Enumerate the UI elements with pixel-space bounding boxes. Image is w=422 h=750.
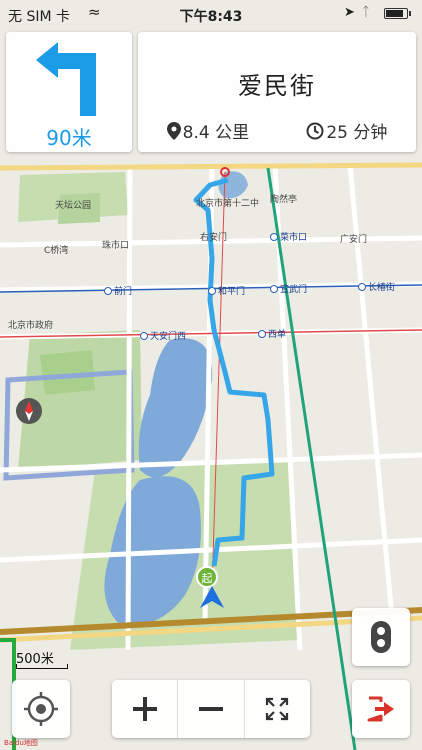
remaining-distance: 8.4 公里	[182, 123, 250, 143]
station-label: 前门	[104, 284, 132, 297]
map-label: 北京市第十二中	[196, 199, 260, 209]
map-label: 陶然亭	[270, 195, 298, 205]
map-label: 珠市口	[102, 241, 130, 251]
station-label: 西单	[258, 327, 286, 340]
map-scale: 500米	[16, 648, 68, 669]
locate-button[interactable]	[12, 680, 70, 738]
locate-icon	[24, 692, 58, 726]
minus-icon	[198, 707, 223, 711]
station-label: 长椿街	[358, 280, 395, 293]
map-label: 右安门	[200, 233, 228, 243]
bluetooth-icon: ᛏ	[362, 5, 370, 20]
station-label: 天安门西	[140, 329, 186, 342]
station-label: 和平门	[208, 284, 245, 297]
exit-icon	[367, 696, 394, 722]
svg-text:起: 起	[202, 572, 213, 585]
turn-instruction-card[interactable]: 90米	[6, 32, 132, 152]
traffic-button[interactable]	[352, 608, 410, 666]
park-area	[18, 330, 142, 470]
clock: 下午8:43	[179, 9, 243, 25]
map-label: 广安门	[340, 235, 368, 245]
map-label: 天坛公园	[55, 201, 92, 211]
status-bar: 无 SIM 卡 ≈ 下午8:43 ➤ ᛏ	[0, 0, 422, 30]
station-label: 宣武门	[270, 282, 307, 295]
plus-icon	[132, 697, 157, 721]
road-name: 爱民街	[238, 72, 316, 100]
station-label: 菜市口	[270, 230, 307, 243]
distance-to-turn: 90米	[46, 126, 92, 150]
map-provider-logo: Baidu地图	[4, 739, 38, 747]
traffic-light-icon	[371, 621, 391, 653]
location-services-icon: ➤	[344, 5, 355, 20]
map-label: C桥湾	[44, 246, 69, 256]
zoom-out-button[interactable]	[178, 680, 245, 738]
clock-icon	[306, 122, 324, 139]
turn-left-arrow-icon	[36, 42, 96, 116]
map-label: 北京市政府	[8, 321, 54, 331]
remaining-time: 25 分钟	[326, 123, 388, 143]
battery-icon	[384, 8, 411, 19]
zoom-controls	[112, 680, 310, 738]
fullscreen-icon	[266, 697, 289, 721]
pin-icon	[166, 121, 181, 140]
zoom-in-button[interactable]	[112, 680, 179, 738]
fullscreen-button[interactable]	[245, 680, 310, 738]
exit-navigation-button[interactable]	[352, 680, 410, 738]
route-info-card[interactable]: 爱民街 8.4 公里 25 分钟	[138, 32, 416, 152]
